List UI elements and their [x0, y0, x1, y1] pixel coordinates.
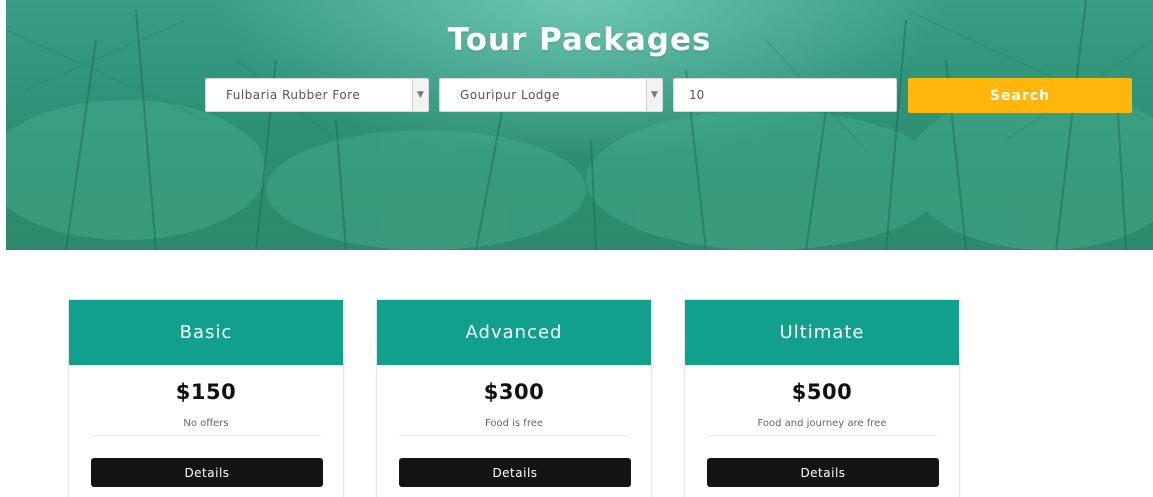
chevron-down-icon[interactable]: ▼: [412, 79, 428, 111]
destination-select[interactable]: Gouripur Lodge ▼: [439, 78, 663, 112]
hero-banner: Tour Packages: [6, 0, 1153, 250]
chevron-down-icon[interactable]: ▼: [646, 79, 662, 111]
package-card-ultimate: Ultimate $500 Food and journey are free …: [684, 299, 960, 497]
package-price: $150: [175, 380, 237, 404]
page-title: Tour Packages: [447, 22, 712, 58]
details-button[interactable]: Details: [707, 458, 939, 487]
search-button[interactable]: Search: [908, 78, 1132, 113]
details-button[interactable]: Details: [399, 458, 631, 487]
package-card-advanced: Advanced $300 Food is free Details: [376, 299, 652, 497]
package-name: Ultimate: [685, 300, 959, 365]
package-price: $500: [791, 380, 853, 404]
package-name: Advanced: [377, 300, 651, 365]
package-description: No offers: [91, 418, 321, 436]
package-description: Food is free: [399, 418, 629, 436]
package-price: $300: [483, 380, 545, 404]
origin-select[interactable]: Fulbaria Rubber Fore ▼: [205, 78, 429, 112]
package-name: Basic: [69, 300, 343, 365]
destination-select-value: Gouripur Lodge: [460, 88, 560, 102]
people-count-input[interactable]: [673, 78, 897, 112]
package-description: Food and journey are free: [707, 418, 937, 436]
origin-select-value: Fulbaria Rubber Fore: [226, 88, 361, 102]
package-card-basic: Basic $150 No offers Details: [68, 299, 344, 497]
details-button[interactable]: Details: [91, 458, 323, 487]
